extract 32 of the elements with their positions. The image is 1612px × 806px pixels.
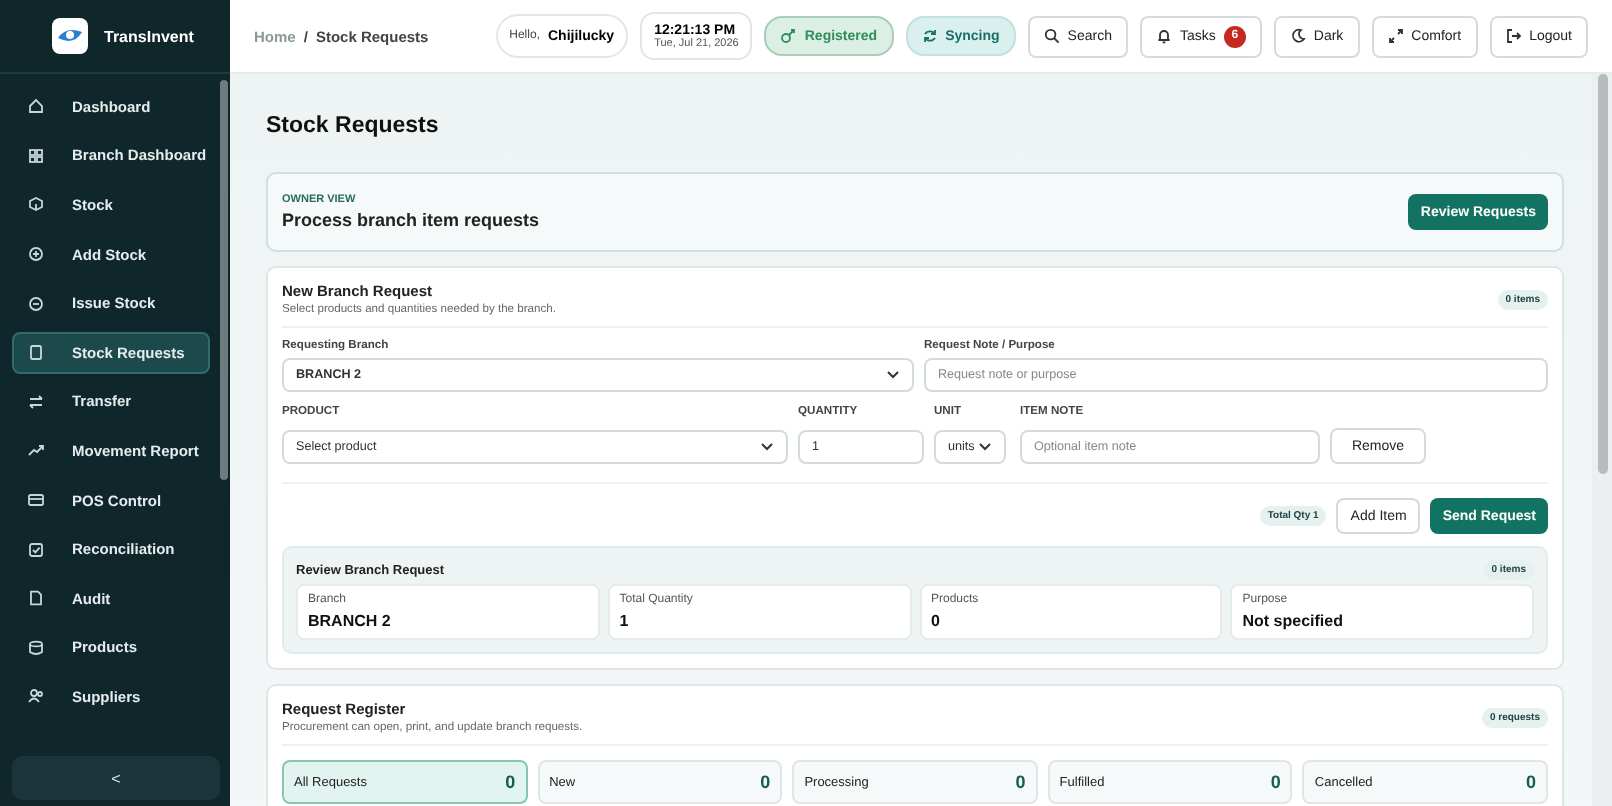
key-icon — [780, 28, 797, 44]
expand-icon — [1387, 28, 1404, 44]
search-icon — [1043, 28, 1060, 44]
bell-icon — [1155, 28, 1172, 44]
arrows-icon — [28, 393, 44, 410]
moon-icon — [1289, 28, 1306, 44]
page-title: Stock Requests — [266, 114, 441, 138]
plus-circle-icon — [28, 246, 44, 263]
brand-name: TransInvent — [104, 27, 194, 45]
checkbox-icon — [28, 541, 44, 558]
chevron-down-icon — [760, 441, 774, 451]
card-icon — [28, 492, 44, 509]
stat-value: 0 — [931, 612, 942, 630]
logout-icon — [1505, 28, 1522, 44]
home-icon — [28, 98, 44, 115]
stat-value: BRANCH 2 — [308, 612, 393, 630]
refresh-icon — [921, 28, 938, 44]
users-icon — [28, 688, 44, 705]
database-icon — [28, 639, 44, 656]
stat-value: Not specified — [1242, 612, 1345, 630]
chevron-down-icon — [886, 370, 900, 380]
logo-icon — [52, 18, 88, 54]
document-icon — [28, 590, 44, 607]
chevron-down-icon — [978, 441, 992, 451]
collapse-button[interactable]: < — [12, 756, 220, 800]
stat-value: 1 — [619, 612, 631, 630]
grid-icon — [28, 147, 44, 164]
trend-icon — [28, 442, 44, 459]
clipboard-icon — [28, 344, 44, 361]
box-icon — [28, 196, 44, 213]
card-title: Process branch item requests — [282, 210, 540, 230]
minus-circle-icon — [28, 295, 44, 312]
